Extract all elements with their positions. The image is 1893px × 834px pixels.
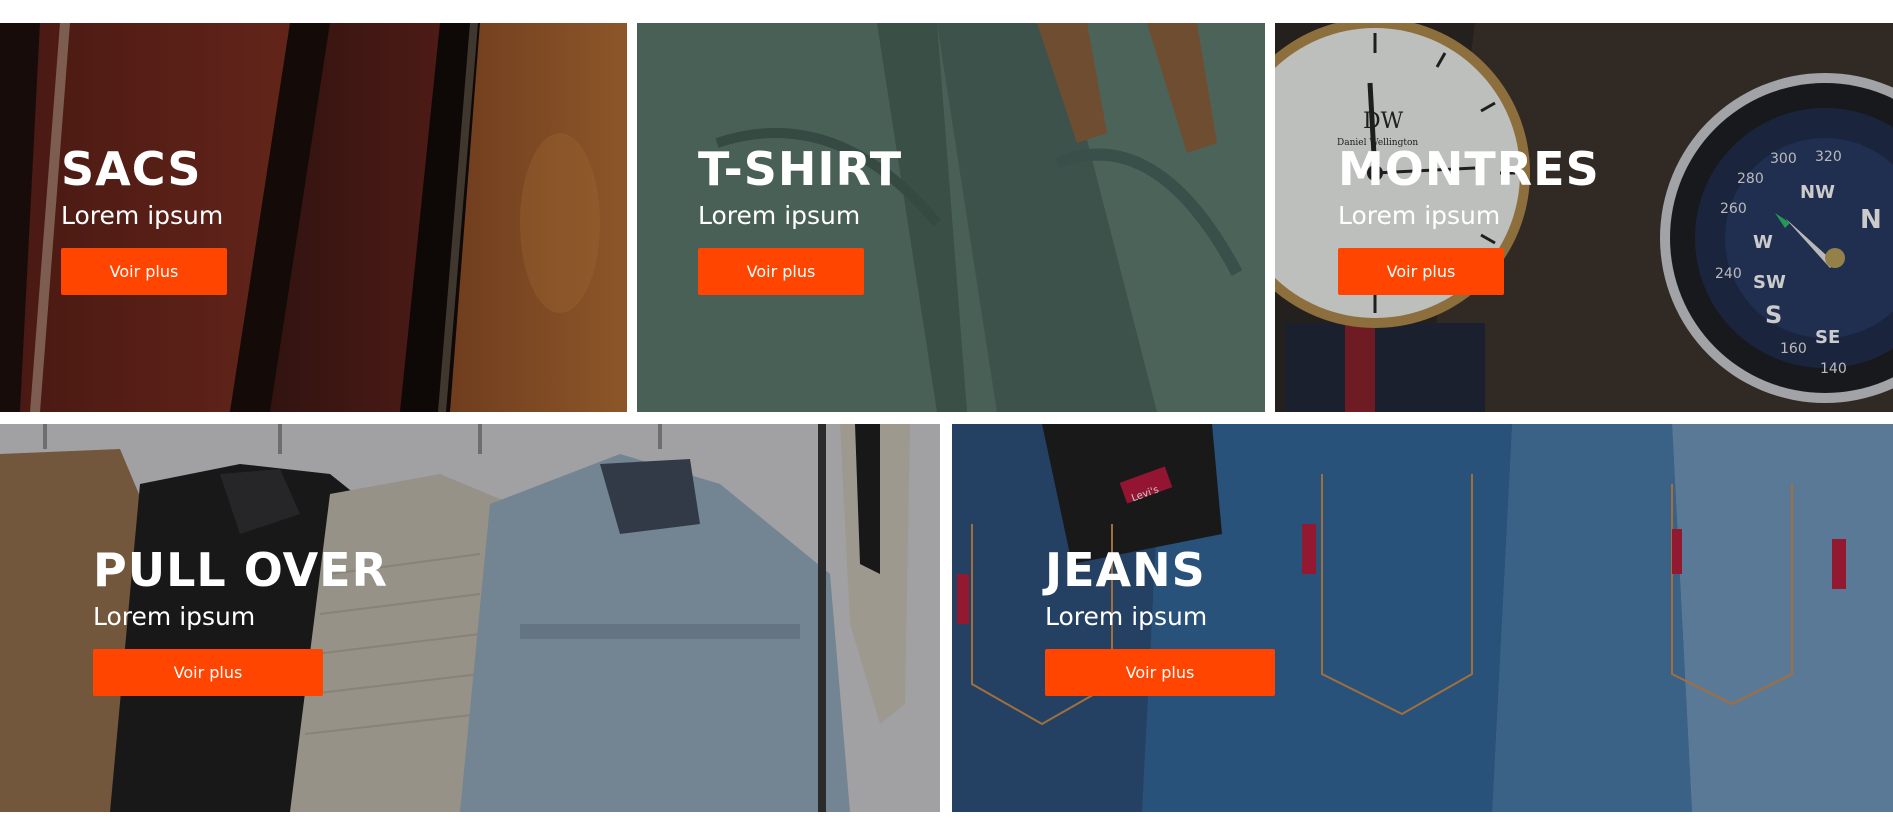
voir-plus-button[interactable]: Voir plus <box>1338 247 1504 295</box>
voir-plus-button[interactable]: Voir plus <box>698 247 864 295</box>
category-title: PULL OVER <box>93 543 389 597</box>
category-tile-sacs[interactable]: SACS Lorem ipsum Voir plus <box>0 23 627 412</box>
voir-plus-button[interactable]: Voir plus <box>1045 648 1275 696</box>
category-title: SACS <box>61 142 202 196</box>
category-subtitle: Lorem ipsum <box>1338 201 1501 230</box>
category-tile-jeans[interactable]: Levi's JEANS Lorem ipsum Voir plus <box>952 424 1893 812</box>
category-subtitle: Lorem ipsum <box>93 602 256 631</box>
category-title: MONTRES <box>1338 142 1600 196</box>
category-content: PULL OVER Lorem ipsum Voir plus <box>93 547 388 696</box>
category-tile-montres[interactable]: DW Daniel Wellington 300 320 280 260 240… <box>1275 23 1893 412</box>
category-content: SACS Lorem ipsum Voir plus <box>61 146 227 295</box>
category-title: JEANS <box>1045 543 1206 597</box>
category-subtitle: Lorem ipsum <box>698 201 861 230</box>
voir-plus-button[interactable]: Voir plus <box>61 247 227 295</box>
category-content: MONTRES Lorem ipsum Voir plus <box>1338 146 1600 295</box>
category-tile-tshirt[interactable]: T-SHIRT Lorem ipsum Voir plus <box>637 23 1265 412</box>
category-subtitle: Lorem ipsum <box>1045 602 1208 631</box>
voir-plus-button[interactable]: Voir plus <box>93 648 323 696</box>
category-content: JEANS Lorem ipsum Voir plus <box>1045 547 1275 696</box>
category-subtitle: Lorem ipsum <box>61 201 224 230</box>
category-content: T-SHIRT Lorem ipsum Voir plus <box>698 146 902 295</box>
category-title: T-SHIRT <box>698 142 903 196</box>
category-tile-pull-over[interactable]: PULL OVER Lorem ipsum Voir plus <box>0 424 940 812</box>
